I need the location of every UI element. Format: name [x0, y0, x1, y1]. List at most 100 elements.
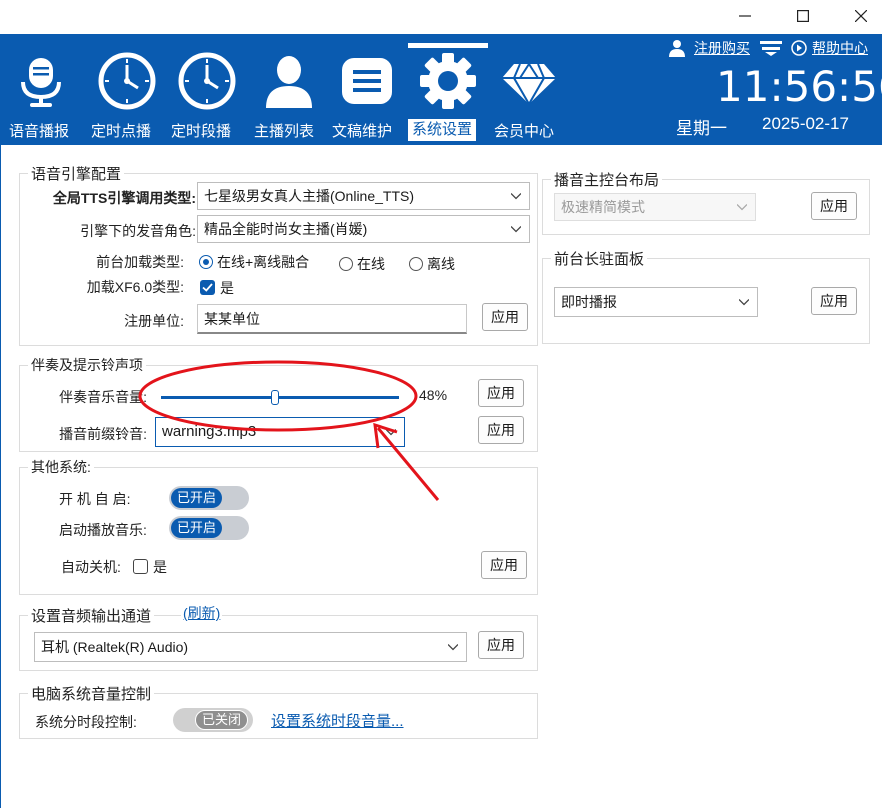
engine-apply-button[interactable]: 应用: [482, 303, 528, 331]
nav-label: 定时点播: [91, 123, 152, 140]
group-title: 电脑系统音量控制: [28, 683, 155, 704]
window-titlebar: [0, 0, 882, 34]
auto-shutdown-checkbox[interactable]: [133, 559, 148, 574]
group-title: 伴奏及提示铃声项: [28, 355, 146, 375]
autostart-toggle[interactable]: 已开启: [169, 486, 249, 510]
clock-icon: [98, 52, 156, 110]
volume-apply-button[interactable]: 应用: [478, 379, 524, 407]
microphone-icon: [21, 58, 61, 107]
period-control-toggle[interactable]: 已关闭: [173, 708, 253, 732]
user-icon: [669, 40, 685, 57]
nav-label: 会员中心: [494, 123, 555, 140]
tts-type-label: 全局TTS引擎调用类型:: [52, 190, 196, 206]
radio-dot: [409, 257, 423, 272]
unit-input[interactable]: 某某单位: [197, 304, 467, 334]
diamond-icon: [502, 63, 556, 107]
radio-online-offline[interactable]: 在线+离线融合: [199, 252, 309, 272]
other-apply-button[interactable]: 应用: [481, 551, 527, 579]
close-button[interactable]: [838, 0, 882, 32]
prefix-ring-apply-button[interactable]: 应用: [478, 416, 524, 444]
check-icon: [202, 283, 213, 292]
nav-system-settings[interactable]: 系统设置: [408, 34, 488, 145]
auto-shutdown-label: 自动关机:: [61, 559, 121, 575]
weekday: 星期一: [676, 119, 727, 138]
select-value: 极速精简模式: [561, 199, 645, 215]
toggle-state: 已开启: [171, 518, 223, 538]
voice-role-label: 引擎下的发音角色:: [80, 223, 196, 239]
nav-member-center[interactable]: 会员中心: [490, 34, 570, 145]
prefix-ring-select[interactable]: warning3.mp3: [155, 417, 405, 447]
person-icon: [266, 56, 312, 108]
audio-output-select[interactable]: 耳机 (Realtek(R) Audio): [34, 632, 467, 662]
help-link[interactable]: 帮助中心: [812, 38, 868, 58]
tts-type-select[interactable]: 七星级男女真人主播(Online_TTS): [197, 182, 530, 210]
maximize-button[interactable]: [780, 0, 826, 32]
date: 2025-02-17: [762, 114, 849, 133]
volume-label: 伴奏音乐音量:: [59, 389, 147, 405]
document-list-icon: [342, 58, 392, 104]
xf-type-label: 加载XF6.0类型:: [86, 279, 184, 295]
clock-icon: [178, 52, 236, 110]
select-value: 精品全能时尚女主播(肖媛): [204, 221, 368, 237]
radio-label: 在线: [357, 256, 385, 272]
radio-online[interactable]: 在线: [339, 254, 385, 274]
prefix-ring-label: 播音前缀铃音:: [59, 426, 147, 442]
radio-label: 离线: [427, 256, 455, 272]
chevron-down-icon: [737, 204, 747, 211]
set-period-volume-link[interactable]: 设置系统时段音量...: [271, 710, 404, 731]
chevron-down-icon: [739, 299, 749, 306]
audio-output-apply-button[interactable]: 应用: [478, 631, 524, 659]
nav-label: 语音播报: [9, 123, 70, 140]
start-music-toggle[interactable]: 已开启: [169, 516, 249, 540]
front-panel-select[interactable]: 即时播报: [554, 287, 758, 317]
front-panel-apply-button[interactable]: 应用: [811, 287, 857, 315]
auto-shutdown-checkbox-label: 是: [153, 559, 167, 575]
minimize-button[interactable]: [722, 0, 768, 32]
refresh-link[interactable]: (刷新): [181, 603, 223, 623]
period-control-label: 系统分时段控制:: [35, 714, 137, 730]
volume-slider-track[interactable]: [161, 396, 399, 399]
group-title: 设置音频输出通道: [28, 605, 155, 626]
menu-icon[interactable]: [760, 40, 782, 56]
group-title: 前台长驻面板: [551, 248, 648, 269]
chevron-down-icon: [511, 193, 521, 200]
nav-scheduled-period[interactable]: 定时段播: [168, 34, 248, 145]
volume-slider-thumb[interactable]: [271, 390, 280, 405]
radio-dot: [199, 255, 213, 270]
nav-voice-broadcast[interactable]: 语音播报: [0, 34, 82, 145]
settings-content: 语音引擎配置 全局TTS引擎调用类型: 七星级男女真人主播(Online_TTS…: [0, 145, 882, 808]
nav-label: 系统设置: [408, 119, 477, 141]
maximize-icon: [797, 10, 809, 22]
radio-offline[interactable]: 离线: [409, 254, 455, 274]
nav-anchor-list[interactable]: 主播列表: [252, 34, 330, 145]
chevron-down-icon: [448, 644, 458, 651]
gear-icon: [420, 53, 476, 109]
nav-label: 定时段播: [171, 123, 232, 140]
xf-checkbox[interactable]: [200, 280, 215, 295]
console-layout-select[interactable]: 极速精简模式: [554, 193, 756, 221]
nav-scheduled-point[interactable]: 定时点播: [88, 34, 168, 145]
chevron-down-icon: [386, 429, 396, 436]
volume-percent: 48%: [419, 387, 448, 403]
radio-label: 在线+离线融合: [217, 254, 310, 270]
unit-label: 注册单位:: [124, 313, 184, 329]
play-circle-icon: [791, 40, 807, 56]
chevron-down-icon: [511, 226, 521, 233]
voice-role-select[interactable]: 精品全能时尚女主播(肖媛): [197, 215, 530, 243]
nav-label: 主播列表: [254, 123, 315, 140]
group-title: 播音主控台布局: [551, 169, 663, 190]
register-link[interactable]: 注册购买: [694, 38, 750, 58]
toggle-state: 已关闭: [195, 710, 249, 730]
console-layout-apply-button[interactable]: 应用: [811, 192, 857, 220]
select-value: 七星级男女真人主播(Online_TTS): [204, 188, 415, 204]
load-type-label: 前台加载类型:: [96, 254, 184, 270]
select-value: 耳机 (Realtek(R) Audio): [41, 639, 189, 655]
autostart-label: 开 机 自 启:: [59, 491, 131, 507]
clock-time: 11:56:56: [716, 62, 882, 111]
select-value: warning3.mp3: [162, 423, 257, 440]
close-icon: [855, 10, 867, 22]
nav-manuscript[interactable]: 文稿维护: [330, 34, 408, 145]
app-header: 语音播报 定时点播 定时段播 主播列表 文稿维护 系统设置 会员中心 注册购买 …: [0, 34, 882, 145]
group-title: 其他系统:: [28, 457, 94, 477]
start-music-label: 启动播放音乐:: [59, 522, 147, 538]
